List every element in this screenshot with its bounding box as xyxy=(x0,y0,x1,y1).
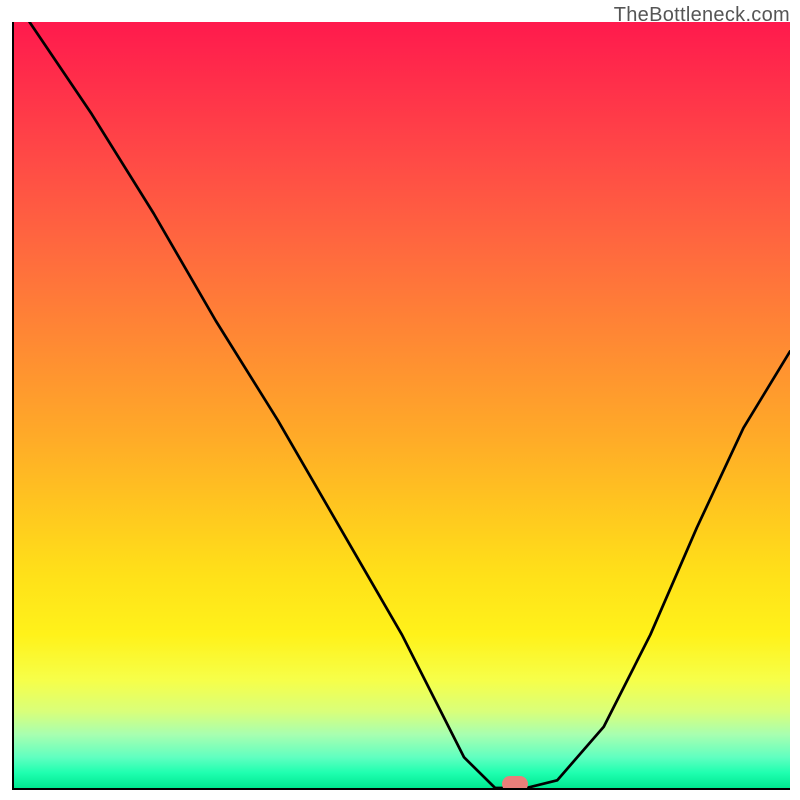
plot-area xyxy=(12,22,790,790)
chart-svg xyxy=(14,22,790,788)
operating-point-marker xyxy=(502,776,528,790)
watermark-text: TheBottleneck.com xyxy=(614,4,790,27)
bottleneck-curve xyxy=(30,22,790,788)
